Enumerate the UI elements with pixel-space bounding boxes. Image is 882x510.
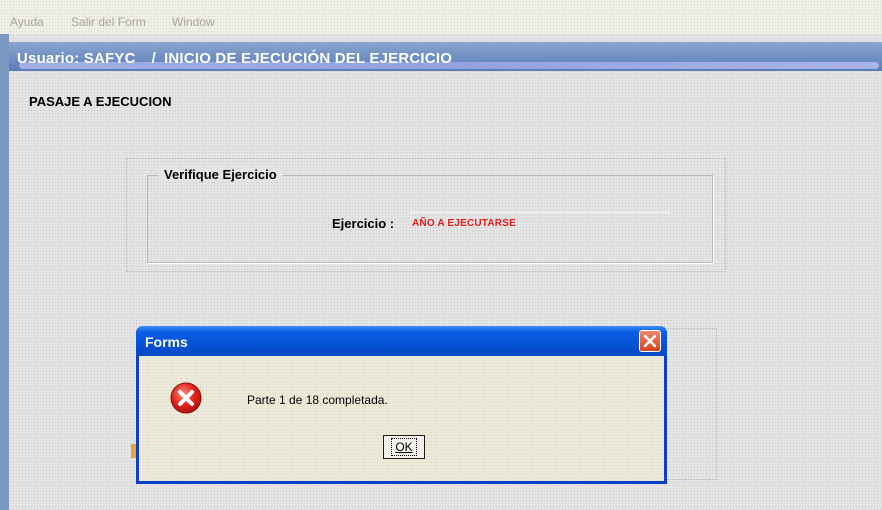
window-title: Usuario: SAFYC / INICIO DE EJECUCIÓN DEL E…: [17, 50, 452, 67]
user-label: Usuario: SAFYC: [17, 50, 136, 67]
window-title-text: INICIO DE EJECUCIÓN DEL EJERCICIO: [164, 50, 453, 67]
close-icon[interactable]: [639, 330, 661, 352]
window-title-bar[interactable]: Usuario: SAFYC / INICIO DE EJECUCIÓN DEL E…: [9, 42, 882, 71]
dialog-message: Parte 1 de 18 completada.: [247, 393, 388, 407]
menu-item-salir-del-form[interactable]: Salir del Form: [71, 15, 146, 29]
ok-button[interactable]: OK: [383, 435, 425, 459]
ok-button-label: OK: [391, 438, 417, 456]
menu-item-ayuda[interactable]: Ayuda: [10, 15, 44, 29]
exercise-field-label: Ejercicio :: [332, 216, 395, 231]
error-icon: [170, 382, 202, 414]
menu-item-window[interactable]: Window: [172, 15, 215, 29]
window-left-edge: [0, 34, 9, 510]
exercise-field-value[interactable]: AÑO A EJECUTARSE: [412, 218, 516, 229]
page-heading: PASAJE A EJECUCION: [29, 94, 172, 109]
dialog-title: Forms: [145, 334, 188, 350]
field-underline: [410, 212, 670, 213]
title-separator: /: [151, 50, 157, 67]
dialog-title-bar[interactable]: Forms: [136, 326, 667, 356]
group-title: Verifique Ejercicio: [158, 167, 283, 182]
forms-dialog: Forms Parte 1 de 18 completada. OK: [136, 326, 667, 484]
form-window: Usuario: SAFYC / INICIO DE EJECUCIÓN DEL E…: [9, 34, 882, 510]
menu-bar: Ayuda Salir del Form Window: [0, 0, 882, 34]
